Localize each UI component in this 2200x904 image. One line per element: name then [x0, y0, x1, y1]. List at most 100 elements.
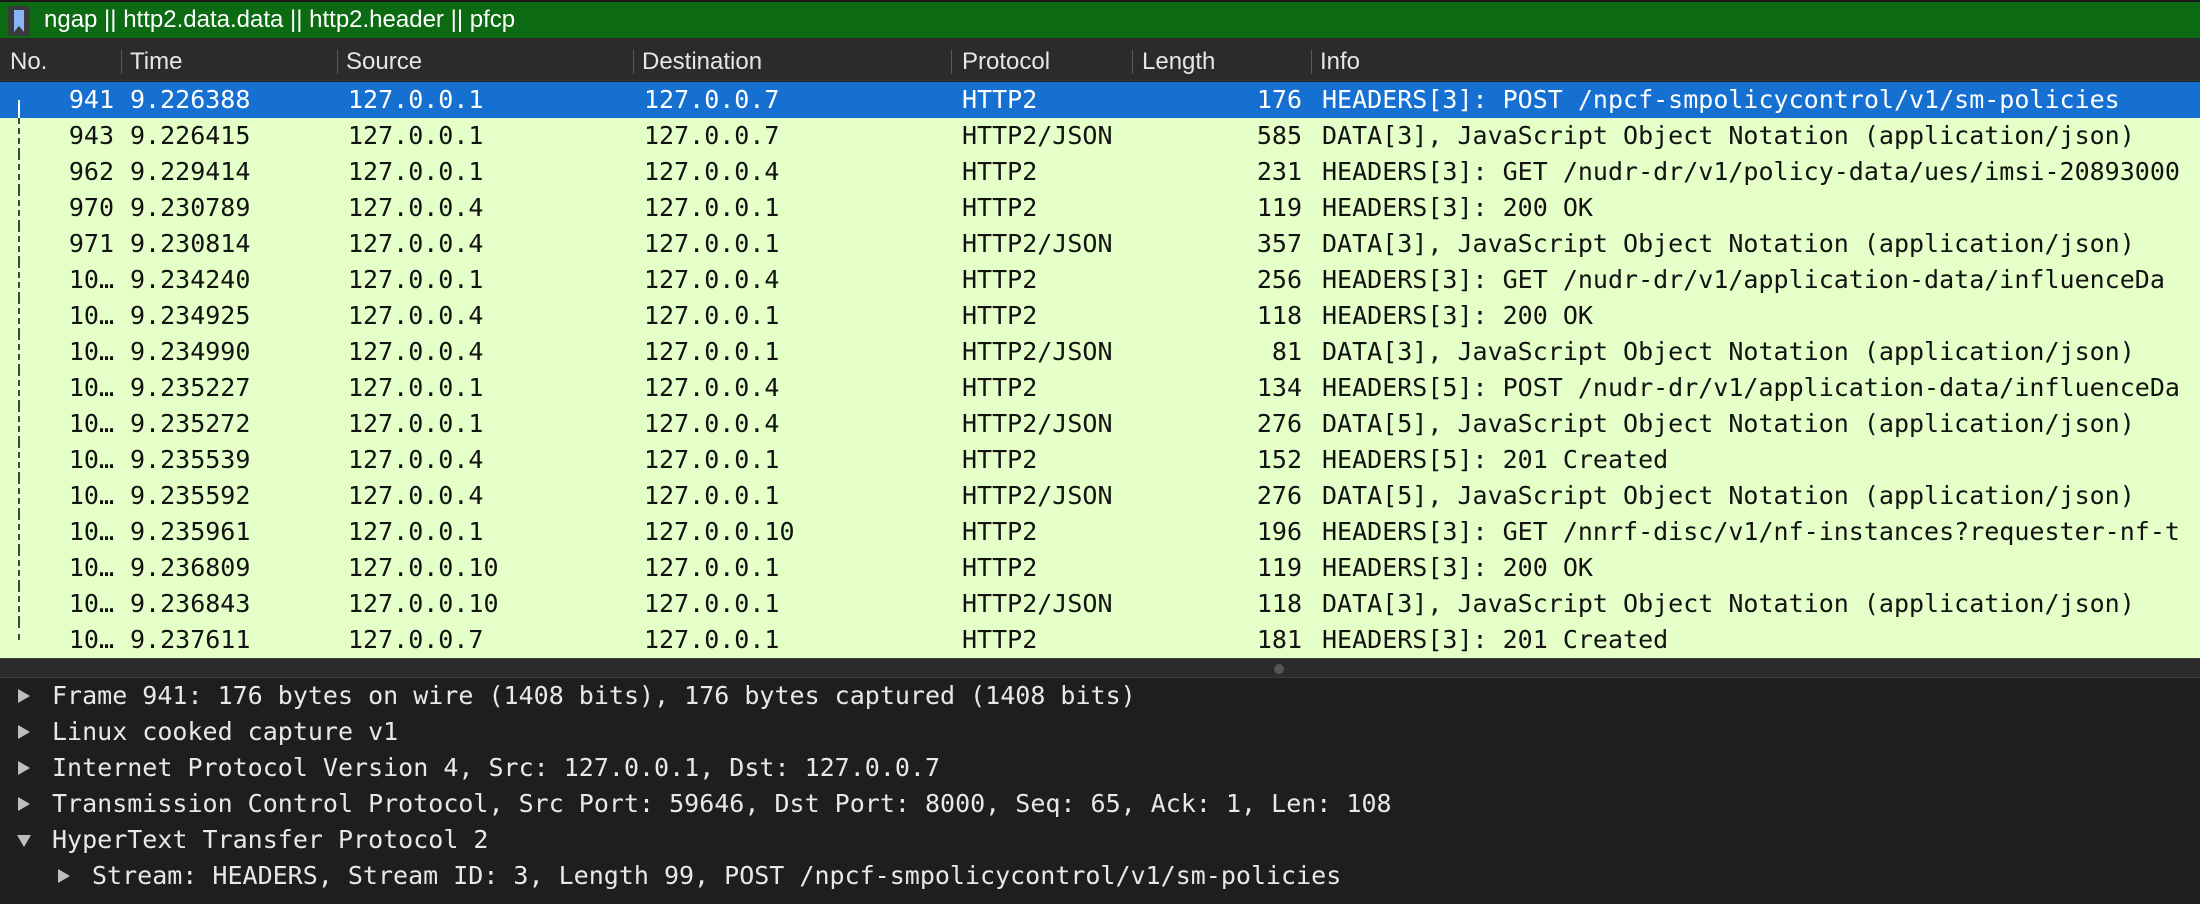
detail-tree-item[interactable]: Transmission Control Protocol, Src Port:… — [0, 786, 2200, 822]
packet-length: 585 — [1256, 121, 1302, 150]
packet-info: DATA[5], JavaScript Object Notation (app… — [1322, 409, 2135, 438]
packet-time: 9.237611 — [130, 625, 251, 654]
packet-length: 357 — [1256, 229, 1302, 258]
packet-destination: 127.0.0.10 — [644, 517, 795, 546]
detail-item-label: HyperText Transfer Protocol 2 — [52, 825, 489, 854]
packet-source: 127.0.0.1 — [348, 265, 484, 294]
packet-destination: 127.0.0.1 — [644, 337, 780, 366]
column-divider[interactable] — [633, 50, 634, 74]
packet-source: 127.0.0.1 — [348, 85, 484, 114]
packet-source: 127.0.0.1 — [348, 157, 484, 186]
expand-arrow-icon[interactable] — [18, 797, 30, 811]
column-divider[interactable] — [1311, 50, 1312, 74]
packet-destination: 127.0.0.1 — [644, 481, 780, 510]
expand-arrow-icon[interactable] — [18, 725, 30, 739]
packet-time: 9.234240 — [130, 265, 251, 294]
packet-number: 971 — [68, 229, 114, 258]
expand-arrow-icon[interactable] — [58, 869, 70, 883]
packet-time: 9.230814 — [130, 229, 251, 258]
detail-tree-item[interactable]: Linux cooked capture v1 — [0, 714, 2200, 750]
column-divider[interactable] — [951, 50, 952, 74]
display-filter-input[interactable]: ngap || http2.data.data || http2.header … — [44, 2, 515, 38]
packet-row[interactable]: 10… 9.235539 127.0.0.4 127.0.0.1 HTTP2 152 HEA… — [0, 442, 2200, 478]
packet-row[interactable]: 10… 9.236843 127.0.0.10 127.0.0.1 HTTP2/JSON… — [0, 586, 2200, 622]
packet-row[interactable]: 10… 9.235961 127.0.0.1 127.0.0.10 HTTP2 196 HE… — [0, 514, 2200, 550]
pane-splitter[interactable] — [0, 658, 2200, 678]
packet-details-pane[interactable]: Frame 941: 176 bytes on wire (1408 bits)… — [0, 678, 2200, 904]
packet-protocol: HTTP2 — [962, 625, 1038, 654]
collapse-arrow-icon[interactable] — [17, 835, 31, 847]
expand-arrow-icon[interactable] — [18, 761, 30, 775]
packet-row[interactable]: 962 9.229414 127.0.0.1 127.0.0.4 HTTP2 231 HEA… — [0, 154, 2200, 190]
packet-row[interactable]: 971 9.230814 127.0.0.4 127.0.0.1 HTTP2/JSON 3… — [0, 226, 2200, 262]
packet-destination: 127.0.0.7 — [644, 121, 780, 150]
packet-info: HEADERS[3]: GET /nudr-dr/v1/application-… — [1322, 265, 2165, 294]
packet-source: 127.0.0.7 — [348, 625, 484, 654]
packet-length: 196 — [1256, 517, 1302, 546]
packet-row[interactable]: 970 9.230789 127.0.0.4 127.0.0.1 HTTP2 119 HEA… — [0, 190, 2200, 226]
packet-info: HEADERS[5]: 201 Created — [1322, 445, 1669, 474]
packet-number: 941 — [68, 85, 114, 114]
packet-row[interactable]: 10… 9.235272 127.0.0.1 127.0.0.4 HTTP2/JSON 2… — [0, 406, 2200, 442]
packet-info: DATA[3], JavaScript Object Notation (app… — [1322, 589, 2135, 618]
packet-number: 970 — [68, 193, 114, 222]
packet-row[interactable]: 10… 9.235227 127.0.0.1 127.0.0.4 HTTP2 134 HEA… — [0, 370, 2200, 406]
packet-row[interactable]: 10… 9.234925 127.0.0.4 127.0.0.1 HTTP2 118 HEA… — [0, 298, 2200, 334]
packet-row[interactable]: 10… 9.237611 127.0.0.7 127.0.0.1 HTTP2 181 HEA… — [0, 622, 2200, 658]
detail-item-label: Frame 941: 176 bytes on wire (1408 bits)… — [52, 681, 1136, 710]
packet-destination: 127.0.0.1 — [644, 301, 780, 330]
packet-protocol: HTTP2 — [962, 301, 1038, 330]
packet-time: 9.236843 — [130, 589, 251, 618]
column-header-protocol[interactable]: Protocol — [962, 40, 1050, 80]
packet-source: 127.0.0.4 — [348, 337, 484, 366]
packet-list[interactable]: 941 9.226388 127.0.0.1 127.0.0.7 HTTP2 176 HEA… — [0, 82, 2200, 658]
packet-row[interactable]: 10… 9.234240 127.0.0.1 127.0.0.4 HTTP2 256 HEA… — [0, 262, 2200, 298]
column-header-time[interactable]: Time — [130, 40, 182, 80]
packet-row[interactable]: 10… 9.235592 127.0.0.4 127.0.0.1 HTTP2/JSON 2… — [0, 478, 2200, 514]
packet-number: 962 — [68, 157, 114, 186]
detail-tree-item[interactable]: Internet Protocol Version 4, Src: 127.0.… — [0, 750, 2200, 786]
column-divider[interactable] — [337, 50, 338, 74]
packet-source: 127.0.0.4 — [348, 481, 484, 510]
packet-info: DATA[5], JavaScript Object Notation (app… — [1322, 481, 2135, 510]
column-header-info[interactable]: Info — [1320, 40, 1360, 80]
packet-length: 231 — [1256, 157, 1302, 186]
detail-tree-item[interactable]: Frame 941: 176 bytes on wire (1408 bits)… — [0, 678, 2200, 714]
expand-arrow-icon[interactable] — [18, 689, 30, 703]
packet-info: DATA[3], JavaScript Object Notation (app… — [1322, 121, 2135, 150]
packet-row[interactable]: 943 9.226415 127.0.0.1 127.0.0.7 HTTP2/JSON 5… — [0, 118, 2200, 154]
packet-time: 9.230789 — [130, 193, 251, 222]
packet-number: 10… — [68, 589, 114, 618]
packet-time: 9.235539 — [130, 445, 251, 474]
packet-time: 9.226415 — [130, 121, 251, 150]
packet-number: 10… — [68, 373, 114, 402]
packet-info: HEADERS[3]: 200 OK — [1322, 301, 1593, 330]
detail-item-label: Transmission Control Protocol, Src Port:… — [52, 789, 1392, 818]
packet-source: 127.0.0.1 — [348, 121, 484, 150]
column-header-destination[interactable]: Destination — [642, 40, 762, 80]
packet-row[interactable]: 10… 9.236809 127.0.0.10 127.0.0.1 HTTP2 119 HE… — [0, 550, 2200, 586]
packet-source: 127.0.0.4 — [348, 301, 484, 330]
packet-info: HEADERS[3]: 200 OK — [1322, 553, 1593, 582]
detail-tree-item[interactable]: HyperText Transfer Protocol 2 — [0, 822, 2200, 858]
packet-length: 181 — [1256, 625, 1302, 654]
packet-row-selected[interactable]: 941 9.226388 127.0.0.1 127.0.0.7 HTTP2 176 HEA… — [0, 82, 2200, 118]
packet-length: 118 — [1256, 589, 1302, 618]
splitter-grip-icon[interactable] — [1274, 664, 1284, 674]
display-filter-bar[interactable]: ngap || http2.data.data || http2.header … — [0, 0, 2200, 40]
bookmark-button[interactable] — [8, 6, 30, 36]
packet-row[interactable]: 10… 9.234990 127.0.0.4 127.0.0.1 HTTP2/JSON 8… — [0, 334, 2200, 370]
detail-tree-item[interactable]: Stream: HEADERS, Stream ID: 3, Length 99… — [0, 858, 2200, 894]
column-header-no[interactable]: No. — [10, 40, 47, 80]
packet-list-header: No. Time Source Destination Protocol Len… — [0, 40, 2200, 81]
packet-info: HEADERS[3]: GET /nnrf-disc/v1/nf-instanc… — [1322, 517, 2180, 546]
packet-length: 118 — [1256, 301, 1302, 330]
packet-length: 119 — [1256, 193, 1302, 222]
packet-time: 9.226388 — [130, 85, 251, 114]
column-header-length[interactable]: Length — [1142, 40, 1215, 80]
packet-time: 9.235227 — [130, 373, 251, 402]
column-divider[interactable] — [1132, 50, 1133, 74]
column-divider[interactable] — [121, 50, 122, 74]
column-header-source[interactable]: Source — [346, 40, 422, 80]
packet-protocol: HTTP2 — [962, 157, 1038, 186]
